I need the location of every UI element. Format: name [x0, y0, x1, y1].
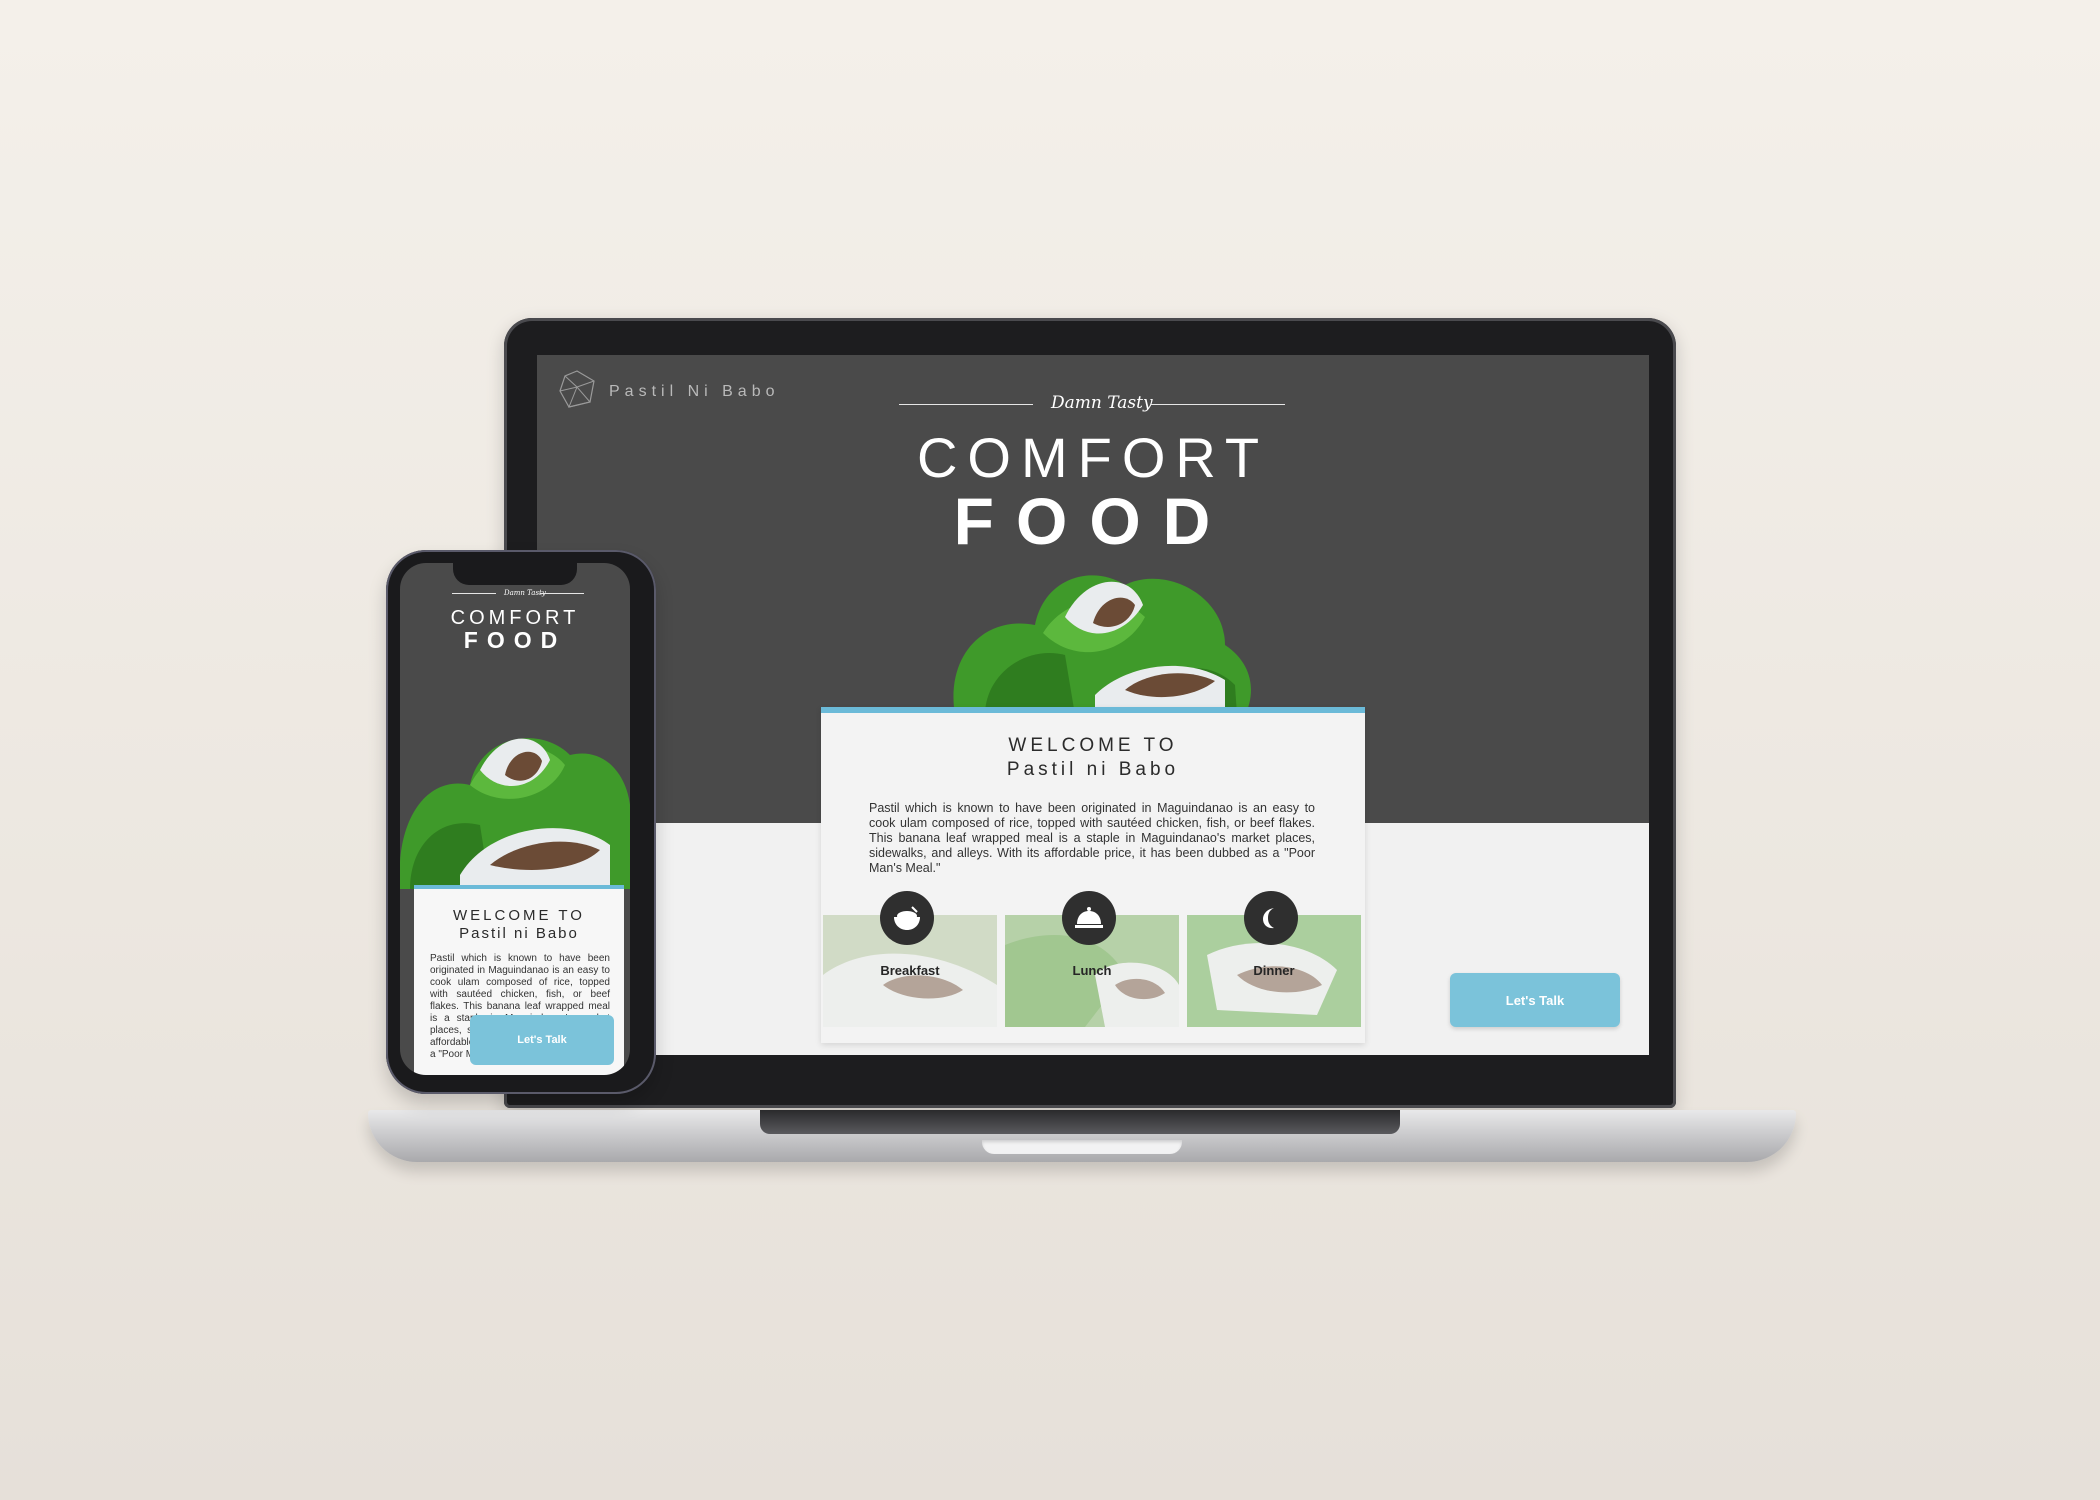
- phone-notch: [453, 563, 577, 585]
- mobile-tagline-rule-right: [540, 593, 584, 594]
- laptop-opening-notch: [982, 1140, 1182, 1154]
- meal-label-dinner: Dinner: [1253, 963, 1295, 978]
- lets-talk-button[interactable]: Let's Talk: [1450, 973, 1620, 1027]
- mobile-welcome-subheading: Pastil ni Babo: [459, 925, 579, 942]
- mobile-pastil-image: [400, 738, 630, 889]
- phone-screen: Damn Tasty COMFORT FOOD WELCOME TO Pasti…: [400, 563, 630, 1075]
- hero-title-line1: COMFORT: [916, 426, 1270, 489]
- welcome-card: WELCOME TO Pastil ni Babo Pastil which i…: [821, 707, 1365, 1043]
- mobile-lets-talk-button[interactable]: Let's Talk: [470, 1015, 614, 1065]
- rice-bowl-icon: [880, 891, 934, 945]
- welcome-subheading: Pastil ni Babo: [1006, 759, 1180, 780]
- brand-name[interactable]: Pastil Ni Babo: [609, 383, 780, 401]
- meal-label-lunch: Lunch: [1072, 963, 1112, 978]
- mobile-hero-title-line2: FOOD: [463, 627, 567, 653]
- geometric-logo-icon[interactable]: [557, 369, 597, 409]
- mobile-tagline-rule-left: [452, 593, 496, 594]
- pastil-hero-image: [953, 575, 1251, 715]
- welcome-description: Pastil which is known to have been origi…: [869, 801, 1315, 875]
- laptop-screen: Pastil Ni Babo Damn Tasty COMFORT FOOD W…: [537, 355, 1649, 1055]
- welcome-heading: WELCOME TO: [1008, 735, 1178, 756]
- tagline-rule-left: [899, 404, 1033, 405]
- tagline: Damn Tasty: [1051, 393, 1153, 413]
- meal-label-breakfast: Breakfast: [880, 963, 940, 978]
- mobile-welcome-heading: WELCOME TO: [453, 907, 585, 924]
- moon-icon: [1244, 891, 1298, 945]
- cloche-icon: [1062, 891, 1116, 945]
- tagline-rule-right: [1151, 404, 1285, 405]
- laptop-hinge: [760, 1110, 1400, 1134]
